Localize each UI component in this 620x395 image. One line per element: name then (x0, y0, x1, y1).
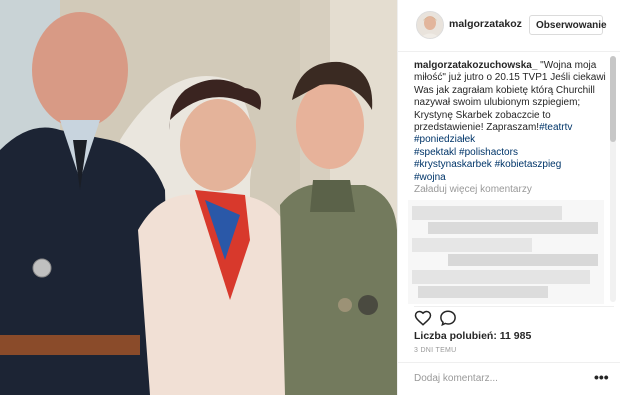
heart-icon[interactable] (414, 309, 434, 329)
hashtag[interactable]: #krystynaskarbek (414, 159, 492, 170)
caption-username[interactable]: malgorzatakozuchowska_ (414, 60, 537, 71)
hashtag[interactable]: #spektakl (414, 147, 456, 158)
post-username[interactable]: malgorzatakoz (449, 18, 522, 30)
post-side-panel: malgorzatakoz Obserwowanie malgorzatakoz… (397, 0, 620, 395)
caption: malgorzatakozuchowska_ "Wojna moja miłoś… (414, 60, 610, 184)
comment-bubble-icon[interactable] (439, 309, 459, 329)
add-comment-input[interactable]: Dodaj komentarz... (414, 373, 498, 384)
load-more-comments-link[interactable]: Załaduj więcej komentarzy (414, 184, 532, 195)
post-photo-image (0, 0, 397, 395)
avatar-image (417, 12, 443, 38)
post-timestamp: 3 DNI TEMU (414, 347, 457, 354)
hashtag[interactable]: #polishactors (459, 147, 518, 158)
blurred-comments (408, 200, 604, 304)
like-count[interactable]: Liczba polubień: 11 985 (414, 330, 531, 342)
scrollbar-thumb[interactable] (610, 56, 616, 142)
post-actions (414, 306, 614, 329)
post-header: malgorzatakoz Obserwowanie (398, 0, 620, 52)
comments-scrollbar[interactable] (610, 56, 616, 302)
hashtag[interactable]: #kobietaszpieg (495, 159, 562, 170)
post-photo[interactable] (0, 0, 397, 395)
hashtag[interactable]: #wojna (414, 172, 446, 183)
add-comment-bar: Dodaj komentarz... ••• (398, 362, 620, 395)
hashtag[interactable]: #poniedziałek (414, 134, 475, 145)
avatar[interactable] (416, 11, 444, 39)
follow-button[interactable]: Obserwowanie (529, 15, 607, 35)
ellipsis-icon[interactable]: ••• (594, 369, 609, 385)
hashtag[interactable]: #teatrtv (539, 122, 572, 133)
